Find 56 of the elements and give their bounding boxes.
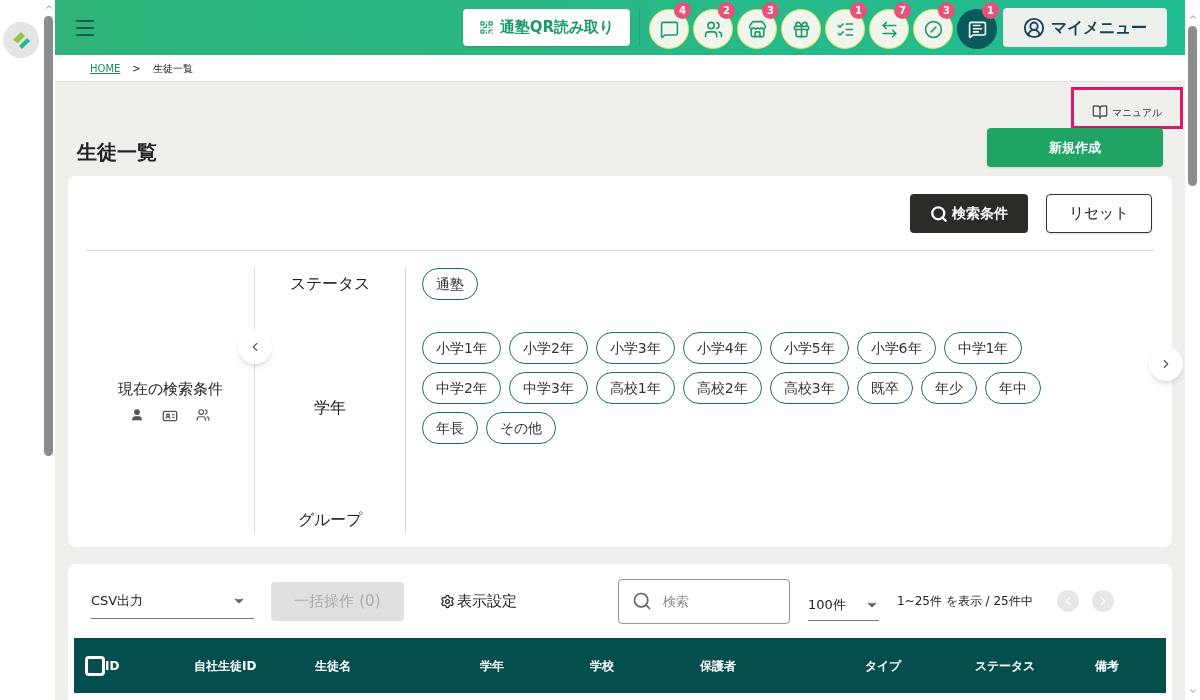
scrollbar-thumb[interactable] (44, 16, 53, 456)
search-conditions-button[interactable]: 検索条件 (910, 194, 1028, 233)
storefront-icon (747, 19, 767, 39)
per-page-select[interactable]: 100件 (808, 589, 879, 621)
pagination-range: 1~25件 を表示 / 25件中 (897, 593, 1033, 610)
scrollbar-thumb[interactable] (1188, 26, 1197, 186)
breadcrumb-current: 生徒一覧 (152, 61, 193, 76)
user-avatar-icon (1023, 16, 1045, 39)
column-header[interactable]: 学校 (590, 658, 614, 673)
display-settings-button[interactable]: 表示設定 (440, 589, 517, 613)
count-badge: 4 (674, 2, 691, 19)
condition-label: ステータス (290, 273, 370, 295)
my-menu-button[interactable]: マイメニュー (1003, 8, 1167, 47)
search-icon (930, 204, 948, 223)
count-badge: 7 (894, 2, 911, 19)
book-icon (1092, 104, 1108, 120)
column-header[interactable]: タイプ (865, 658, 901, 673)
condition-label: グループ (298, 509, 362, 531)
column-header[interactable]: 学年 (480, 658, 504, 673)
csv-export-select[interactable]: CSV出力 (91, 583, 254, 619)
count-badge: 1 (850, 2, 867, 19)
person-icon (130, 408, 144, 423)
scroll-up-icon[interactable] (1187, 12, 1198, 22)
select-all-checkbox[interactable] (85, 655, 105, 676)
chat-bubble-icon (967, 19, 987, 39)
column-header[interactable]: 生徒名 (315, 658, 351, 673)
condition-label: 学年 (314, 397, 346, 419)
scroll-down-icon[interactable] (1187, 686, 1198, 696)
people-icon (196, 408, 210, 423)
column-header[interactable]: ステータス (975, 658, 1035, 673)
gear-icon (440, 593, 455, 609)
people-icon (703, 19, 723, 39)
notification-button[interactable] (781, 9, 821, 49)
search-field[interactable]: 検索 (618, 578, 790, 624)
gift-icon (791, 19, 811, 39)
column-header[interactable]: 自社生徒ID (194, 658, 257, 673)
qr-code-icon (478, 20, 494, 35)
page-title: 生徒一覧 (77, 138, 157, 166)
column-header[interactable]: ID (105, 658, 120, 673)
column-header[interactable]: 保護者 (700, 658, 736, 673)
app-logo[interactable] (3, 22, 39, 58)
slashed-circle-icon (923, 19, 943, 39)
qr-scan-button[interactable]: 通塾QR読み取り (462, 9, 630, 46)
count-badge: 1 (982, 2, 999, 19)
column-header[interactable]: 備考 (1095, 658, 1119, 673)
current-conditions-label: 現在の検索条件 (117, 378, 223, 400)
scroll-up-icon[interactable] (43, 2, 54, 12)
speech-bubble-icon (659, 19, 679, 39)
reset-button[interactable]: リセット (1046, 194, 1152, 233)
count-badge: 3 (762, 2, 779, 19)
breadcrumb-separator: > (132, 61, 141, 76)
breadcrumb-link[interactable]: HOME (90, 60, 121, 76)
arrows-icon (879, 19, 899, 39)
search-icon (632, 590, 652, 611)
count-badge: 3 (938, 2, 955, 19)
count-badge: 2 (718, 2, 735, 19)
